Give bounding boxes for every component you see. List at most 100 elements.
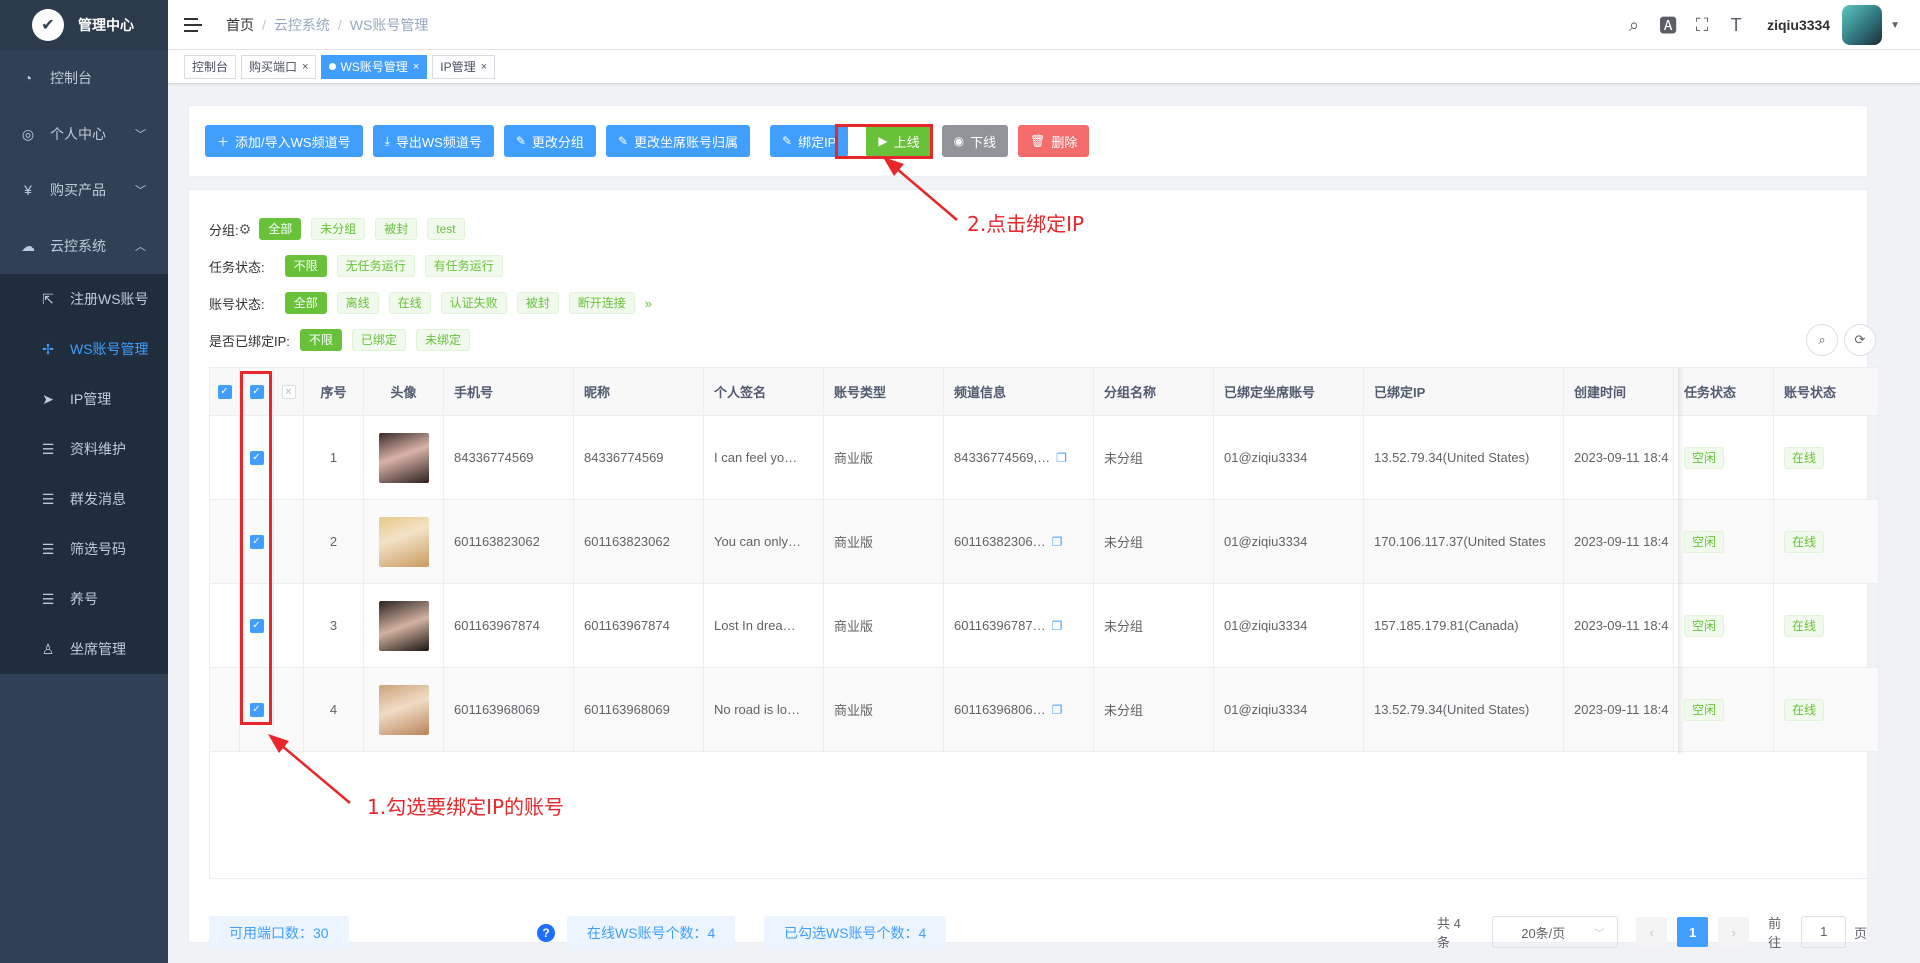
toolbar: ＋ 添加/导入WS频道号 ⤓ 导出WS频道号 ✎ 更改分组 ✎ 更改坐席账号归属 ✎ 绑定… <box>188 105 1868 177</box>
search-toggle-button[interactable]: ⌕ <box>1806 324 1838 356</box>
list-icon: ☰ <box>41 590 55 607</box>
filter-option[interactable]: 无任务运行 <box>336 255 415 277</box>
sidebar-item-ws-manage[interactable]: ✢ WS账号管理 <box>0 324 168 374</box>
username[interactable]: ziqiu3334 <box>1767 17 1830 33</box>
row-spacer <box>210 584 240 667</box>
filter-option[interactable]: 未绑定 <box>415 329 470 351</box>
user-icon: ◎ <box>21 125 35 142</box>
export-ws-button[interactable]: ⤓ 导出WS频道号 <box>372 125 494 157</box>
close-icon[interactable]: × <box>413 56 419 78</box>
refresh-button[interactable]: ⟳ <box>1844 324 1876 356</box>
sidebar-item-label: IP管理 <box>70 391 112 407</box>
channel-cell: 84336774569,… ❐ <box>944 416 1094 499</box>
nickname-cell: 601163967874 <box>574 584 704 667</box>
column-header: 已绑定坐席账号 <box>1214 368 1364 415</box>
copy-icon[interactable]: ❐ <box>1056 451 1067 465</box>
page-number-button[interactable]: 1 <box>1677 917 1709 947</box>
copy-icon[interactable]: ❐ <box>1052 535 1063 549</box>
prev-page-button[interactable]: ‹ <box>1636 917 1668 947</box>
filter-option[interactable]: 全部 <box>259 218 302 240</box>
close-icon[interactable]: × <box>302 56 308 78</box>
sidebar-item-broadcast[interactable]: ☰ 群发消息 <box>0 474 168 524</box>
change-group-button[interactable]: ✎ 更改分组 <box>503 125 596 157</box>
gear-icon[interactable]: ⚙ <box>239 221 252 238</box>
add-ws-button[interactable]: ＋ 添加/导入WS频道号 <box>205 125 363 157</box>
list-icon: ☰ <box>41 440 55 457</box>
filter-option[interactable]: 有任务运行 <box>424 255 503 277</box>
caret-down-icon[interactable]: ▼ <box>1890 20 1900 31</box>
filter-option[interactable]: 全部 <box>284 292 327 314</box>
goto-label: 前往 <box>1768 916 1782 950</box>
sidebar-item-seats[interactable]: ♙ 坐席管理 <box>0 624 168 674</box>
filter-option[interactable]: 已绑定 <box>351 329 406 351</box>
filter-option[interactable]: 断开连接 <box>568 292 635 314</box>
offline-button[interactable]: ◉ 下线 <box>941 125 1009 157</box>
breadcrumb-current: WS账号管理 <box>349 16 429 33</box>
filter-option[interactable]: 不限 <box>284 255 327 277</box>
account-avatar[interactable] <box>378 600 429 651</box>
list-icon: ☰ <box>41 540 55 557</box>
hamburger-icon[interactable] <box>184 17 202 32</box>
account-avatar[interactable] <box>378 432 429 483</box>
signature-cell: I can feel yo… <box>704 416 824 499</box>
phone-cell: 601163968069 <box>444 668 574 751</box>
filter-bound: 是否已绑定IP: 不限 已绑定 未绑定 <box>209 329 480 351</box>
filter-group: 分组: ⚙ 全部 未分组 被封 test <box>209 218 475 240</box>
account-avatar[interactable] <box>378 684 429 735</box>
search-icon[interactable]: ⌕ <box>1617 15 1651 36</box>
sidebar-item-label: 养号 <box>70 591 98 607</box>
channel-cell: 60116396787… ❐ <box>944 584 1094 667</box>
close-icon[interactable]: × <box>481 56 487 78</box>
account-avatar[interactable] <box>378 516 429 567</box>
sidebar-item-cloud[interactable]: ☁ 云控系统 ︿ <box>0 218 168 274</box>
tag-buy-port[interactable]: 购买端口 × <box>241 54 317 79</box>
button-label: 删除 <box>1051 134 1078 150</box>
font-size-icon[interactable]: T <box>1719 15 1753 36</box>
group-cell: 未分组 <box>1094 416 1214 499</box>
change-seat-button[interactable]: ✎ 更改坐席账号归属 <box>605 125 750 157</box>
filter-option[interactable]: 被封 <box>375 218 418 240</box>
filter-option[interactable]: 认证失败 <box>440 292 507 314</box>
filter-option[interactable]: 被封 <box>516 292 559 314</box>
task-status-cell: 空闲 <box>1674 416 1774 499</box>
external-link-icon: ⇱ <box>42 290 54 307</box>
sidebar-item-profile[interactable]: ◎ 个人中心 ﹀ <box>0 106 168 162</box>
online-ws-stat: 在线WS账号个数：4 <box>567 916 736 950</box>
sidebar-item-profile-data[interactable]: ☰ 资料维护 <box>0 424 168 474</box>
fullscreen-icon[interactable]: ⛶ <box>1685 15 1719 36</box>
double-chevron-right-icon[interactable]: » <box>645 296 652 311</box>
copy-icon[interactable]: ❐ <box>1052 619 1063 633</box>
tag-ip-manage[interactable]: IP管理 × <box>432 54 496 79</box>
translate-icon[interactable]: 🅰 <box>1651 12 1685 38</box>
delete-button[interactable]: 🗑 删除 <box>1018 125 1090 157</box>
filter-option[interactable]: 在线 <box>388 292 431 314</box>
seat-cell: 01@ziqiu3334 <box>1214 416 1364 499</box>
filter-option[interactable]: 未分组 <box>311 218 366 240</box>
column-header: 创建时间 <box>1564 368 1674 415</box>
filter-option[interactable]: 离线 <box>336 292 379 314</box>
filter-option[interactable]: 不限 <box>299 329 342 351</box>
sidebar-item-buy[interactable]: ¥ 购买产品 ﹀ <box>0 162 168 218</box>
sidebar-item-register-ws[interactable]: ⇱ 注册WS账号 <box>0 274 168 324</box>
tag-ws-manage[interactable]: WS账号管理 × <box>321 54 428 79</box>
tag-label: WS账号管理 <box>340 59 408 74</box>
row-spacer <box>274 416 304 499</box>
help-icon[interactable]: ? <box>537 924 555 942</box>
created-cell: 2023-09-11 18:4 <box>1564 584 1674 667</box>
sidebar-item-filter-numbers[interactable]: ☰ 筛选号码 <box>0 524 168 574</box>
sidebar-item-ip-manage[interactable]: ➤ IP管理 <box>0 374 168 424</box>
next-page-button[interactable]: › <box>1718 917 1750 947</box>
sidebar-item-nurture[interactable]: ☰ 养号 <box>0 574 168 624</box>
select-all-checkbox[interactable]: ✓ <box>210 368 240 415</box>
sidebar-item-dashboard[interactable]: ◔ 控制台 <box>0 50 168 106</box>
breadcrumb-home[interactable]: 首页 <box>226 15 254 35</box>
goto-page-input[interactable]: 1 <box>1801 916 1846 948</box>
avatar[interactable] <box>1842 5 1883 45</box>
copy-icon[interactable]: ❐ <box>1052 703 1063 717</box>
logo[interactable]: ✔ 管理中心 <box>0 0 168 50</box>
sidebar-item-label: 购买产品 <box>50 182 106 198</box>
table-row: ✓ 3 601163967874 601163967874 Lost In drea… 商… <box>210 584 1878 668</box>
tag-dashboard[interactable]: 控制台 <box>184 54 237 79</box>
page-size-select[interactable]: 20条/页 ﹀ <box>1492 916 1618 948</box>
filter-option[interactable]: test <box>427 218 465 240</box>
